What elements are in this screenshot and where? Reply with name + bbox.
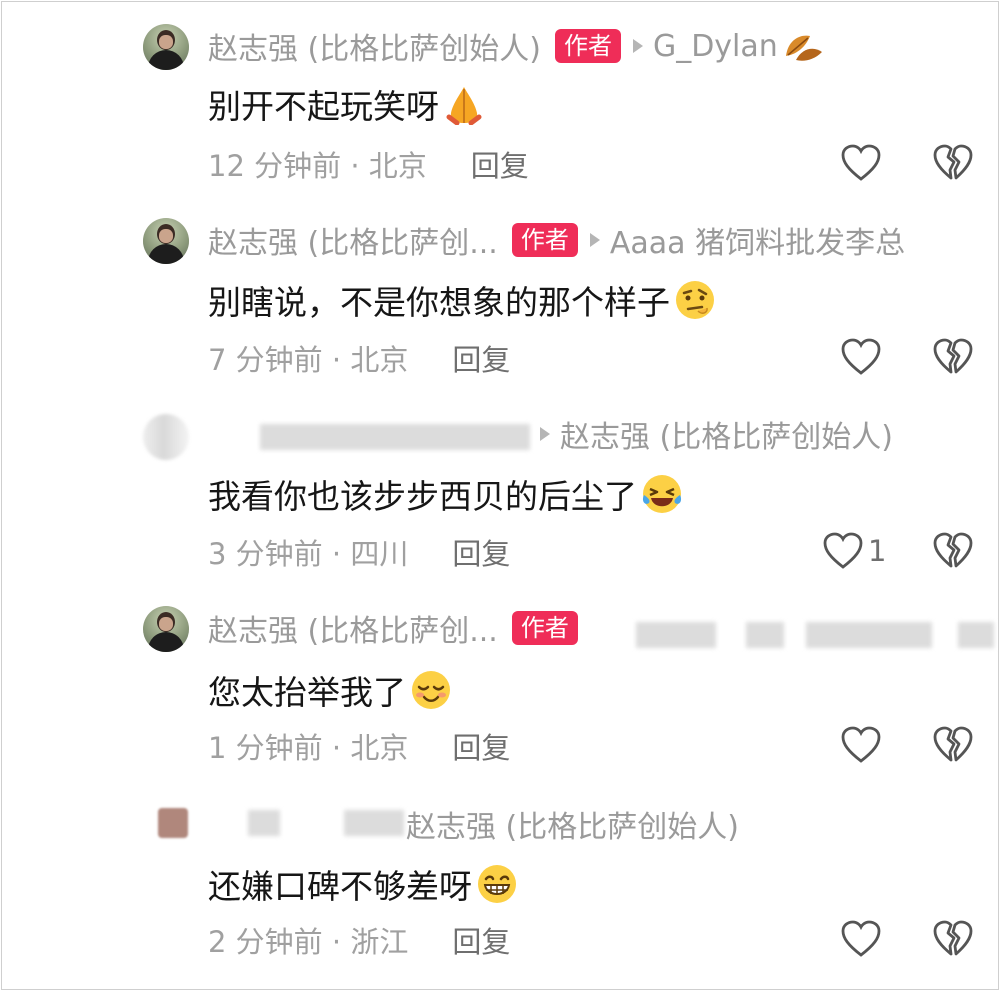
comment-header: 赵志强 (比格比萨创... 作者 — [208, 606, 578, 650]
blurred-reply-target — [806, 622, 932, 648]
folded-hands-emoji — [446, 87, 482, 125]
leaf-icon — [785, 35, 822, 61]
author-name[interactable]: 赵志强 (比格比萨创... — [208, 606, 498, 650]
comment-text: 别瞎说，不是你想象的那个样子 — [208, 276, 716, 324]
reply-button[interactable]: 回复 — [452, 725, 510, 767]
comment-header: 赵志强 (比格比萨创始人) — [540, 412, 893, 456]
author-name[interactable]: 赵志强 (比格比萨创... — [208, 218, 498, 262]
comment-meta: 7 分钟前 · 北京 回复 — [208, 338, 510, 378]
like-heart-icon[interactable] — [840, 725, 882, 765]
grinning-emoji — [478, 865, 516, 903]
blurred-username — [260, 424, 530, 450]
raised-eyebrow-emoji — [676, 281, 714, 319]
reply-target-name[interactable]: Aaaa 猪饲料批发李总 — [610, 218, 905, 262]
reply-target-name[interactable]: 赵志强 (比格比萨创始人) — [560, 412, 893, 456]
comment-text-content: 别开不起玩笑呀 — [208, 87, 439, 126]
avatar[interactable] — [143, 606, 189, 652]
time-location: 2 分钟前 · 浙江 — [208, 925, 409, 959]
like-heart-icon[interactable] — [840, 919, 882, 959]
author-name[interactable]: 赵志强 (比格比萨创始人) — [208, 24, 541, 68]
comment-header: 赵志强 (比格比萨创始人) 作者 G_Dylan — [208, 24, 824, 68]
author-badge: 作者 — [554, 29, 621, 63]
dislike-broken-heart-icon[interactable] — [932, 531, 974, 571]
shy-smile-emoji — [412, 671, 450, 709]
dislike-broken-heart-icon[interactable] — [932, 725, 974, 765]
time-location: 12 分钟前 · 北京 — [208, 149, 427, 183]
comment-meta: 12 分钟前 · 北京 回复 — [208, 144, 529, 184]
like-heart-icon[interactable] — [840, 337, 882, 377]
like-count: 1 — [868, 534, 887, 568]
comment-text-content: 还嫌口碑不够差呀 — [208, 867, 472, 906]
blurred-reply-target — [746, 622, 784, 648]
reply-arrow-icon — [540, 427, 550, 441]
comment-item: 赵志强 (比格比萨创始人) 作者 G_Dylan 别开不起玩笑呀 12 分钟前 … — [0, 0, 1002, 194]
comment-text: 还嫌口碑不够差呀 — [208, 860, 518, 908]
author-badge: 作者 — [511, 611, 578, 645]
avatar[interactable] — [143, 218, 189, 264]
reply-target-name[interactable]: G_Dylan — [653, 29, 778, 64]
comment-meta: 2 分钟前 · 浙江 回复 — [208, 920, 510, 960]
dislike-broken-heart-icon[interactable] — [932, 143, 974, 183]
comment-item: 赵志强 (比格比萨创始人) 我看你也该步步西贝的后尘了 3 分钟前 · 四川 回… — [0, 388, 1002, 582]
comment-text: 我看你也该步步西贝的后尘了 — [208, 470, 683, 518]
avatar[interactable] — [158, 808, 188, 838]
reply-arrow-icon — [589, 233, 600, 247]
author-badge: 作者 — [511, 223, 578, 257]
time-location: 1 分钟前 · 北京 — [208, 731, 409, 765]
comment-header: 赵志强 (比格比萨创始人) — [406, 802, 739, 846]
comment-text: 别开不起玩笑呀 — [208, 80, 485, 128]
avatar[interactable] — [143, 414, 189, 460]
blurred-username — [344, 810, 404, 836]
dislike-broken-heart-icon[interactable] — [932, 919, 974, 959]
dislike-broken-heart-icon[interactable] — [932, 337, 974, 377]
avatar[interactable] — [143, 24, 189, 70]
comment-meta: 3 分钟前 · 四川 回复 — [208, 532, 510, 572]
laughing-tears-emoji — [642, 475, 682, 513]
blurred-reply-target — [636, 622, 716, 648]
comment-header: 赵志强 (比格比萨创... 作者 Aaaa 猪饲料批发李总 — [208, 218, 905, 262]
blurred-reply-target — [958, 622, 994, 648]
comment-text-content: 我看你也该步步西贝的后尘了 — [208, 477, 637, 516]
time-location: 7 分钟前 · 北京 — [208, 343, 409, 377]
reply-button[interactable]: 回复 — [452, 337, 510, 379]
like-heart-icon[interactable] — [822, 531, 864, 571]
comment-item: 赵志强 (比格比萨创始人) 还嫌口碑不够差呀 2 分钟前 · 浙江 回复 — [0, 776, 1002, 970]
reply-button[interactable]: 回复 — [471, 143, 529, 185]
time-location: 3 分钟前 · 四川 — [208, 537, 409, 571]
reply-button[interactable]: 回复 — [452, 531, 510, 573]
reply-button[interactable]: 回复 — [452, 919, 510, 961]
reply-arrow-icon — [632, 39, 643, 53]
like-heart-icon[interactable] — [840, 143, 882, 183]
comment-text: 您太抬举我了 — [208, 666, 452, 714]
comment-text-content: 您太抬举我了 — [208, 673, 406, 712]
comment-meta: 1 分钟前 · 北京 回复 — [208, 726, 510, 766]
reply-target-name[interactable]: 赵志强 (比格比萨创始人) — [406, 802, 739, 846]
comment-item: 赵志强 (比格比萨创... 作者 Aaaa 猪饲料批发李总 别瞎说，不是你想象的… — [0, 194, 1002, 388]
blurred-username — [248, 810, 280, 836]
comment-item: 赵志强 (比格比萨创... 作者 您太抬举我了 1 分钟前 · 北京 回复 — [0, 582, 1002, 776]
comment-text-content: 别瞎说，不是你想象的那个样子 — [208, 283, 670, 322]
